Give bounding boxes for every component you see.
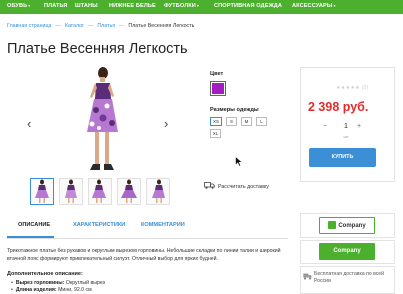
calculate-delivery-label: Рассчитать доставку: [218, 183, 269, 190]
mouse-cursor-icon: [235, 156, 243, 167]
nav-item-underwear[interactable]: НИЖНЕЕ БЕЛЬЕ: [109, 3, 156, 9]
gallery-next-arrow-icon[interactable]: ›: [164, 117, 168, 130]
breadcrumb-home[interactable]: Главная страница: [7, 23, 51, 29]
breadcrumb-current: Платье Весенняя Легкость: [128, 23, 195, 29]
breadcrumb: Главная страница — Каталог — Платья — Платье В…: [7, 23, 194, 29]
chevron-down-icon: ▾: [28, 3, 31, 8]
truck-icon: [303, 273, 312, 280]
thumbnail-image[interactable]: [117, 178, 141, 205]
nav-item-sportswear[interactable]: СПОРТИВНАЯ ОДЕЖДА: [214, 3, 282, 9]
size-option-l[interactable]: L: [256, 117, 267, 126]
thumbnail-image[interactable]: [30, 178, 54, 205]
breadcrumb-separator: —: [55, 23, 61, 29]
breadcrumb-separator: —: [119, 23, 125, 29]
color-swatch-fill: [212, 83, 224, 94]
product-price: 2 398 руб.: [308, 100, 369, 114]
rating: ★★★★★ (0): [336, 85, 369, 91]
color-label: Цвет: [210, 71, 224, 77]
free-shipping-note: Бесплатная доставка по всей России: [314, 271, 384, 284]
color-swatch-purple[interactable]: [210, 81, 226, 96]
tab-characteristics[interactable]: ХАРАКТЕРИСТИКИ: [73, 222, 125, 228]
size-option-s[interactable]: S: [226, 117, 237, 126]
breadcrumb-catalog[interactable]: Каталог: [65, 23, 84, 29]
size-option-xs[interactable]: XS: [210, 117, 222, 126]
quantity-decrease-button[interactable]: −: [323, 123, 327, 130]
quantity-increase-button[interactable]: +: [357, 123, 361, 130]
nav-item-pants[interactable]: ШТАНЫ: [75, 3, 98, 9]
size-label: Размеры одежды: [210, 107, 259, 113]
attribute-value: Округлый вырез: [65, 280, 106, 286]
quantity-unit: шт: [343, 134, 349, 139]
breadcrumb-dresses[interactable]: Платья: [97, 23, 115, 29]
thumbnail-image[interactable]: [59, 178, 83, 205]
nav-item-tshirts[interactable]: ФУТБОЛКИ▾: [164, 3, 199, 9]
attributes-list: • Вырез горловины: Округлый вырез • Длина …: [11, 280, 105, 294]
nav-item-dresses[interactable]: ПЛАТЬЯ: [44, 3, 68, 9]
top-navigation: ОБУВЬ▾ ПЛАТЬЯ ШТАНЫ НИЖНЕЕ БЕЛЬЕ ФУТБОЛК…: [0, 0, 403, 14]
size-option-m[interactable]: M: [241, 117, 252, 126]
company-logo-icon: [328, 221, 337, 230]
attribute-label: Длина изделия:: [15, 287, 57, 294]
list-item: • Вырез горловины: Округлый вырез: [11, 280, 106, 286]
attribute-label: Вырез горловины:: [15, 280, 65, 286]
calculate-delivery-link[interactable]: Рассчитать доставку: [204, 182, 269, 191]
attribute-value: Мини, 92.0 см: [58, 287, 92, 294]
nav-item-accessories[interactable]: АКСЕССУАРЫ▾: [292, 3, 336, 9]
buy-button[interactable]: КУПИТЬ: [309, 148, 376, 167]
company-badge-filled[interactable]: Company: [319, 243, 375, 260]
thumbnail-image[interactable]: [146, 178, 170, 205]
tab-description[interactable]: ОПИСАНИЕ: [18, 222, 50, 228]
product-main-image[interactable]: [84, 66, 120, 172]
list-item: • Длина изделия: Мини, 92.0 см: [11, 287, 92, 294]
nav-item-shoes[interactable]: ОБУВЬ▾: [7, 3, 30, 9]
gallery-prev-arrow-icon[interactable]: ‹: [27, 117, 31, 130]
active-tab-indicator: [7, 236, 54, 238]
chevron-down-icon: ▾: [196, 3, 199, 8]
additional-description-heading: Дополнительное описание:: [7, 271, 83, 277]
size-option-xl[interactable]: XL: [210, 129, 221, 138]
company-badge-outline[interactable]: Company: [319, 217, 375, 234]
tab-comments[interactable]: КОММЕНТАРИИ: [141, 222, 185, 228]
chevron-down-icon: ▾: [333, 3, 336, 8]
breadcrumb-separator: —: [88, 23, 94, 29]
quantity-value[interactable]: 1: [341, 123, 351, 130]
product-description: Трикотажное платье без рукавов и округлы…: [7, 248, 281, 262]
rating-stars-icon: ★★★★★: [336, 85, 360, 91]
truck-icon: [204, 182, 215, 191]
thumbnail-image[interactable]: [88, 178, 112, 205]
page-title: Платье Весенняя Легкость: [7, 41, 188, 57]
rating-count: (0): [361, 85, 369, 91]
